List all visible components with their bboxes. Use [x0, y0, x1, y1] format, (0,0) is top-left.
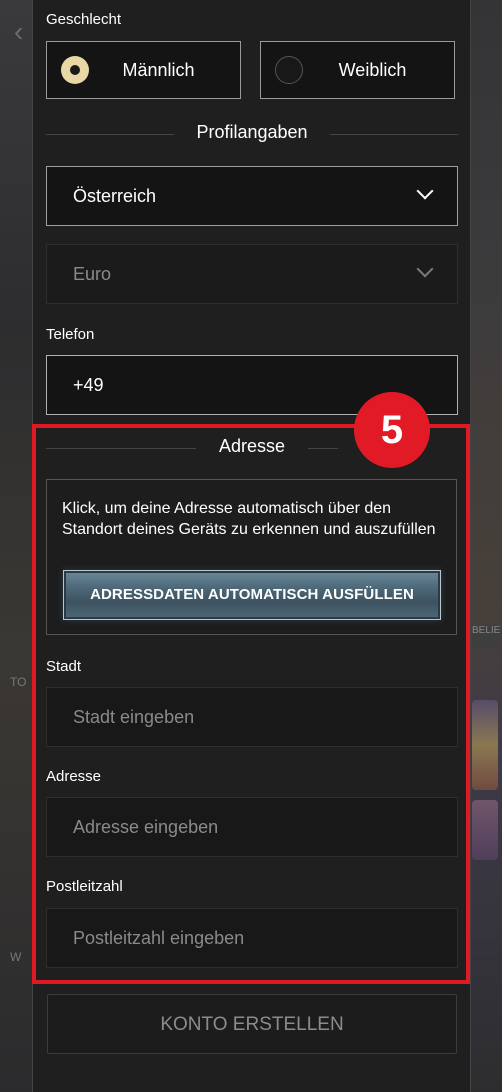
zip-placeholder: Postleitzahl eingeben — [73, 928, 245, 948]
gender-option-female-label: Weiblich — [338, 60, 407, 80]
zip-label: Postleitzahl — [46, 878, 123, 895]
currency-select[interactable]: Euro — [46, 244, 458, 304]
address-section-title: Adresse — [218, 436, 286, 456]
autofill-address-button[interactable]: ADRESSDATEN AUTOMATISCH AUSFÜLLEN — [63, 570, 441, 620]
background-left — [0, 0, 32, 1092]
gender-label: Geschlecht — [46, 11, 122, 28]
background-game-thumb-2 — [472, 800, 498, 860]
gender-option-male[interactable]: Männlich — [46, 41, 241, 99]
create-account-button-label: KONTO ERSTELLEN — [160, 1014, 344, 1035]
gender-option-female[interactable]: Weiblich — [260, 41, 455, 99]
zip-input[interactable]: Postleitzahl eingeben — [46, 908, 458, 968]
gender-option-male-label: Männlich — [122, 60, 195, 80]
background-tab: BELIE — [472, 625, 500, 649]
autofill-description: Klick, um deine Adresse automatisch über… — [62, 500, 436, 538]
address-section-divider: Adresse — [46, 436, 458, 460]
street-label: Adresse — [46, 768, 102, 785]
street-placeholder: Adresse eingeben — [73, 817, 219, 837]
background-right — [470, 0, 502, 1092]
background-text: TO — [10, 675, 27, 689]
phone-value: +49 — [73, 375, 104, 395]
create-account-button[interactable]: KONTO ERSTELLEN — [47, 994, 457, 1054]
street-input[interactable]: Adresse eingeben — [46, 797, 458, 857]
background-text-2: W — [10, 950, 22, 964]
city-label: Stadt — [46, 658, 82, 675]
city-input[interactable]: Stadt eingeben — [46, 687, 458, 747]
background-back-icon: ‹ — [14, 16, 24, 47]
profile-section-title: Profilangaben — [196, 122, 308, 142]
phone-label: Telefon — [46, 326, 95, 343]
background-game-thumb — [472, 700, 498, 790]
country-select[interactable]: Österreich — [46, 166, 458, 226]
autofill-address-button-label: ADRESSDATEN AUTOMATISCH AUSFÜLLEN — [90, 586, 414, 603]
chevron-down-icon — [416, 182, 434, 200]
currency-value: Euro — [73, 264, 112, 284]
country-value: Österreich — [73, 186, 157, 206]
autofill-panel: Klick, um deine Adresse automatisch über… — [46, 479, 457, 635]
profile-section-divider: Profilangaben — [46, 122, 458, 146]
city-placeholder: Stadt eingeben — [73, 707, 195, 727]
chevron-down-icon — [416, 260, 434, 278]
